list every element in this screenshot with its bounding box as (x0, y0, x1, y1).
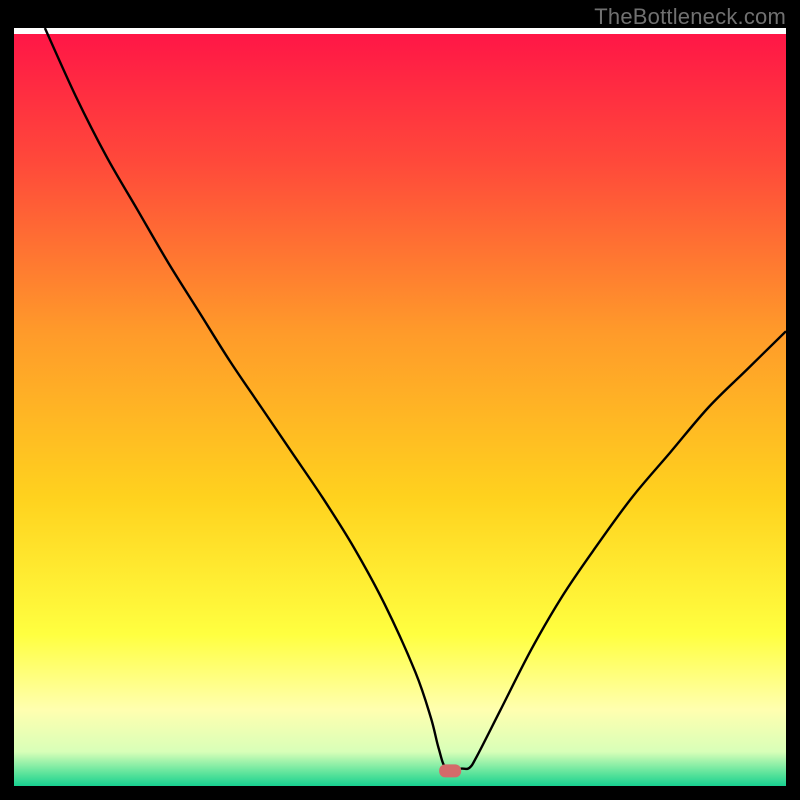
chart-frame (14, 28, 786, 786)
optimal-marker (439, 764, 461, 777)
top-white-strip (14, 28, 786, 34)
watermark-text: TheBottleneck.com (594, 4, 786, 30)
bottleneck-chart (14, 28, 786, 786)
gradient-background (14, 28, 786, 786)
